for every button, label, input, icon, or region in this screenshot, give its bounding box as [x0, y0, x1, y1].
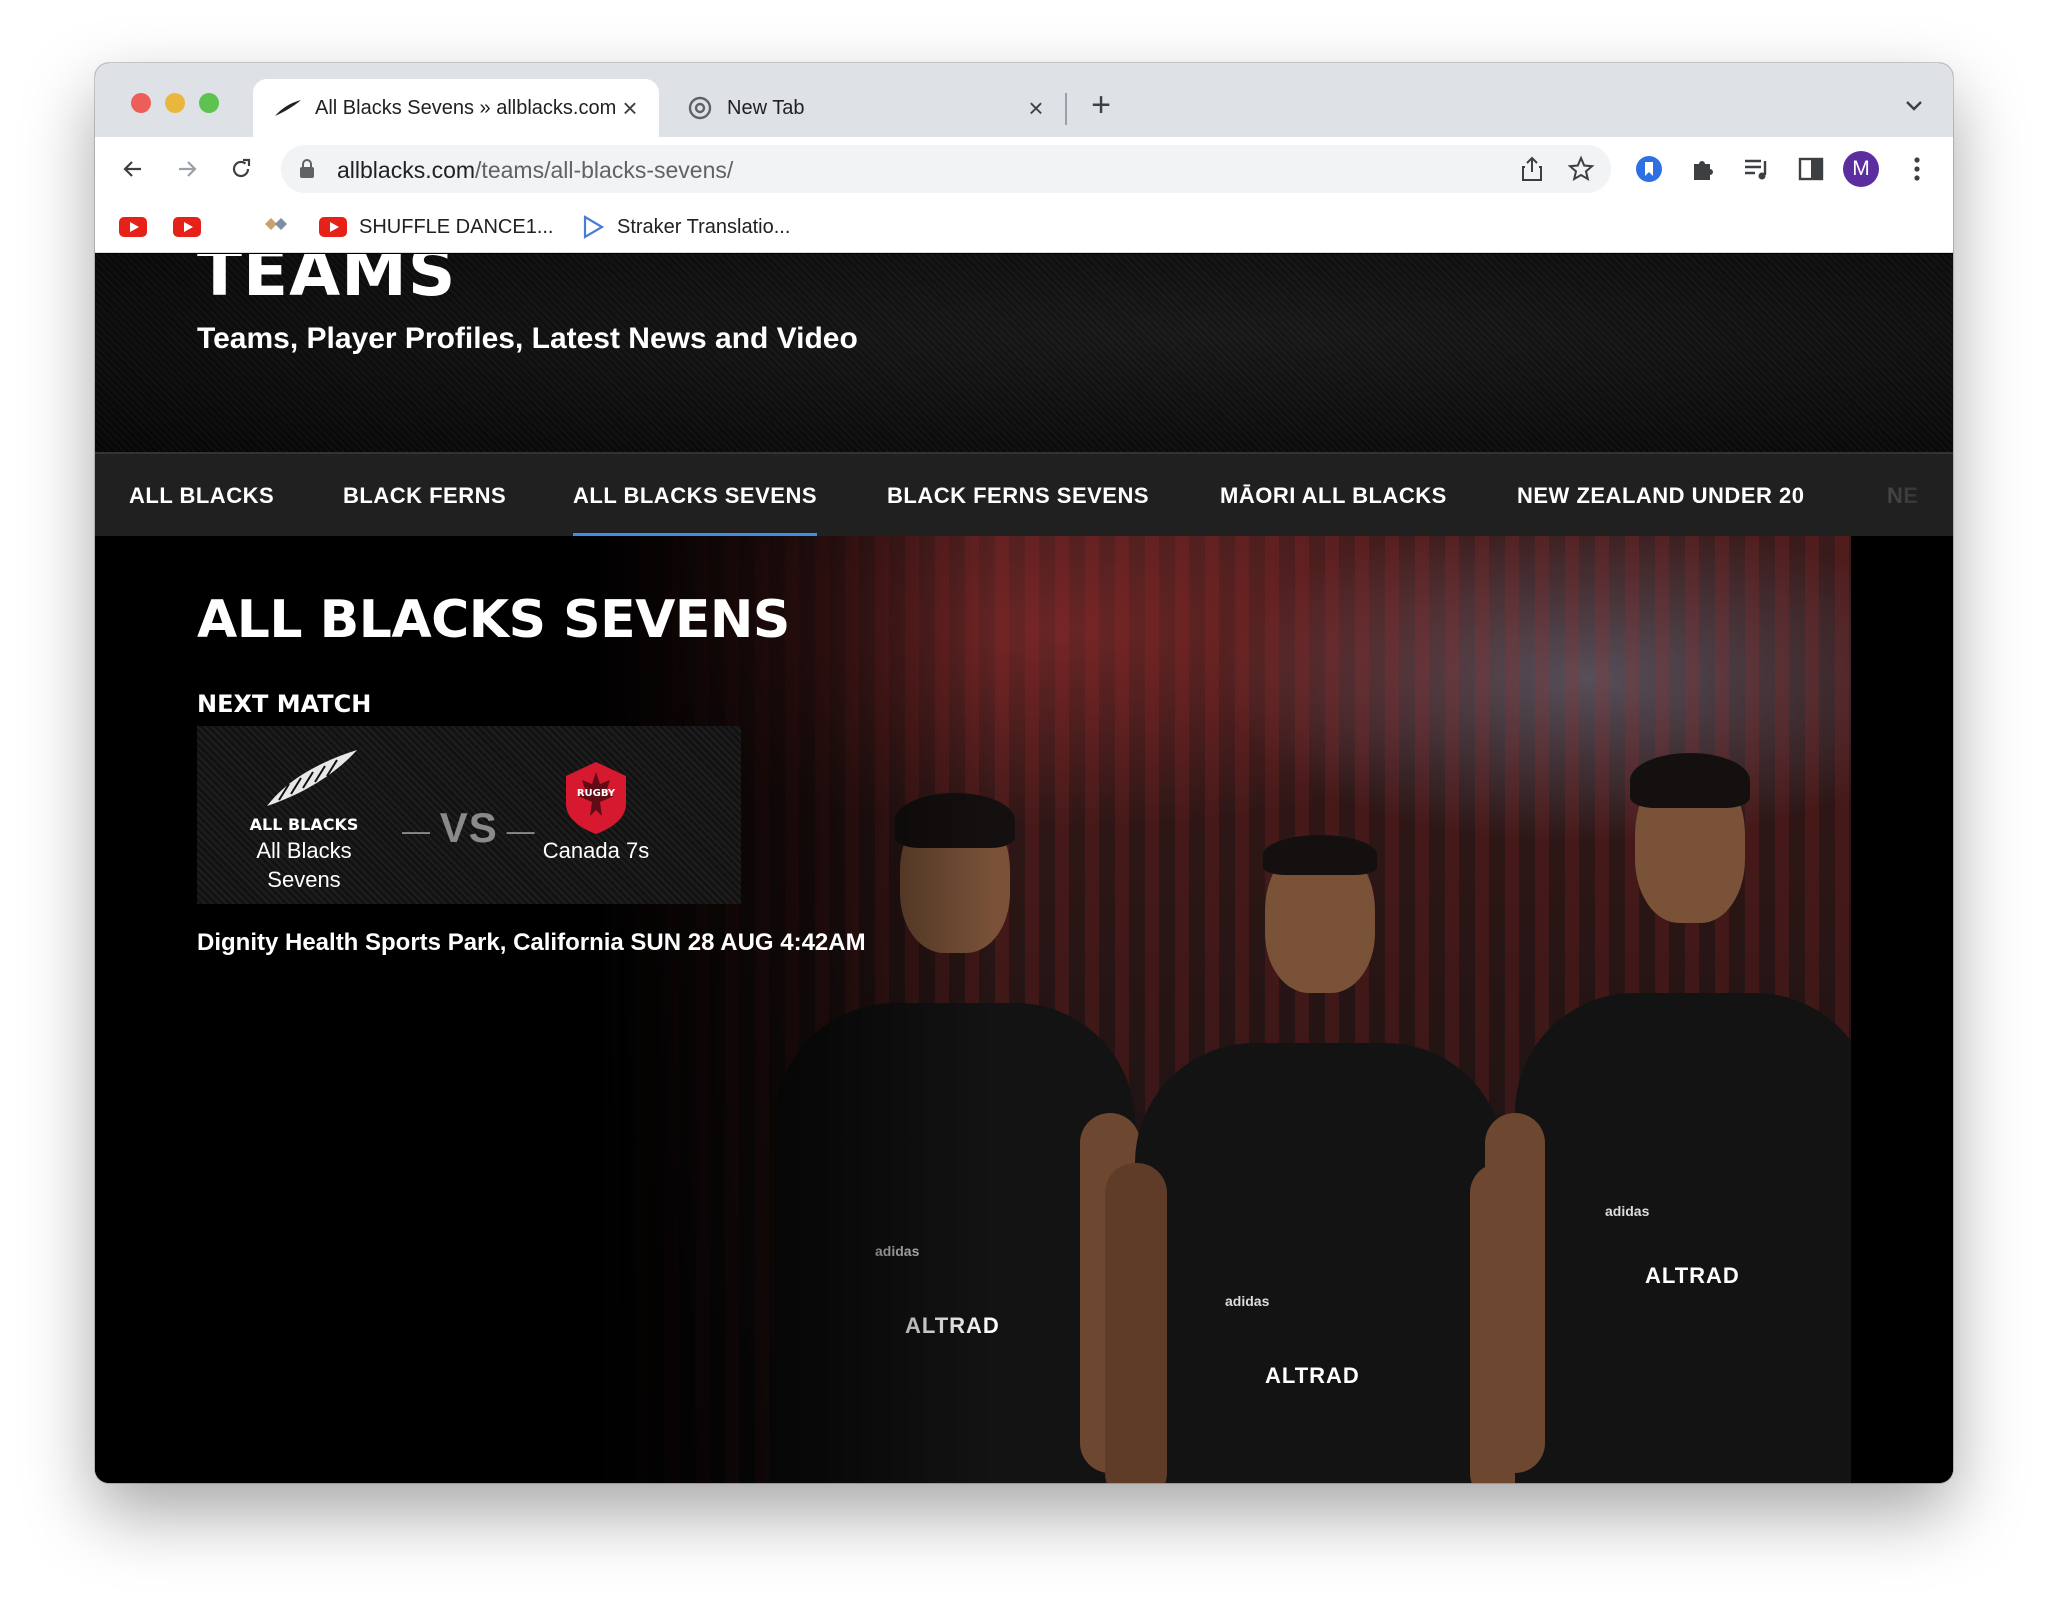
right-margin — [1851, 536, 1953, 1483]
away-team: RUGBY Canada 7s — [521, 726, 671, 904]
extensions-puzzle-icon[interactable] — [1685, 151, 1721, 187]
bookmark-star-icon[interactable] — [1567, 155, 1595, 188]
bookmark-youtube-2[interactable] — [173, 211, 201, 243]
bookmark-straker[interactable]: Straker Translatio... — [581, 211, 790, 243]
bookmark-extension[interactable] — [263, 211, 289, 243]
play-outline-icon — [581, 215, 605, 239]
youtube-icon — [173, 217, 201, 237]
tab-new-tab[interactable]: New Tab × — [665, 79, 1065, 137]
section-title: ALL BLACKS SEVENS — [197, 590, 790, 650]
bookmark-manager-extension-icon[interactable] — [1631, 151, 1667, 187]
tab-separator — [1065, 93, 1067, 125]
share-icon[interactable] — [1519, 155, 1545, 188]
sponsor-logo: ALTRAD — [1645, 1263, 1740, 1288]
reload-icon[interactable] — [223, 151, 259, 187]
kit-brand-logo: adidas — [1605, 1203, 1650, 1219]
hero-dark-gradient — [95, 536, 995, 1483]
all-blacks-fern-logo: ALL BLACKS — [229, 726, 379, 836]
url-text: allblacks.com/teams/all-blacks-sevens/ — [337, 157, 733, 184]
new-tab-button[interactable]: + — [1081, 85, 1121, 125]
bookmarks-bar: SHUFFLE DANCE1... Straker Translatio... — [95, 201, 1953, 253]
bookmark-shuffle-dance[interactable]: SHUFFLE DANCE1... — [319, 211, 553, 243]
bookmark-label: SHUFFLE DANCE1... — [359, 215, 554, 238]
forward-arrow-icon[interactable] — [169, 151, 205, 187]
address-bar[interactable]: allblacks.com/teams/all-blacks-sevens/ — [281, 145, 1611, 193]
sponsor-logo: ALTRAD — [1265, 1363, 1360, 1388]
close-icon[interactable]: × — [617, 95, 643, 121]
next-match-label: NEXT MATCH — [197, 690, 372, 718]
youtube-icon — [119, 217, 147, 237]
minimize-window-button[interactable] — [165, 93, 185, 113]
nav-fade — [1863, 454, 1953, 538]
fern-icon — [273, 93, 303, 123]
maximize-window-button[interactable] — [199, 93, 219, 113]
chrome-icon — [685, 93, 715, 123]
side-panel-icon[interactable] — [1793, 151, 1829, 187]
tab-maori-all-blacks[interactable]: MĀORI ALL BLACKS — [1220, 454, 1447, 538]
media-queue-icon[interactable] — [1739, 151, 1775, 187]
lock-icon[interactable] — [299, 159, 315, 184]
profile-avatar[interactable]: M — [1843, 151, 1879, 187]
page-title: TEAMS — [197, 254, 457, 311]
team-nav: ALL BLACKS BLACK FERNS ALL BLACKS SEVENS… — [95, 452, 1953, 538]
tab-title: All Blacks Sevens » allblacks.com — [315, 96, 617, 119]
page-content: TEAMS Teams, Player Profiles, Latest New… — [95, 254, 1953, 1483]
youtube-icon — [319, 217, 347, 237]
tab-black-ferns-sevens[interactable]: BLACK FERNS SEVENS — [887, 454, 1149, 538]
close-icon[interactable]: × — [1023, 95, 1049, 121]
url-host: allblacks.com — [337, 157, 476, 183]
browser-window: All Blacks Sevens » allblacks.com × New … — [95, 63, 1953, 1483]
close-window-button[interactable] — [131, 93, 151, 113]
tab-black-ferns[interactable]: BLACK FERNS — [343, 454, 506, 538]
kit-brand-logo: adidas — [1225, 1293, 1270, 1309]
chevron-down-icon[interactable] — [1897, 89, 1931, 123]
bookmark-youtube-1[interactable] — [119, 211, 147, 243]
next-match-card[interactable]: ALL BLACKS All Blacks Sevens — VS — RUGB… — [197, 726, 741, 904]
tab-title: New Tab — [727, 96, 805, 119]
match-venue-time: Dignity Health Sports Park, California S… — [197, 929, 866, 956]
page-subtitle: Teams, Player Profiles, Latest News and … — [197, 322, 858, 355]
versus-label: — VS — — [402, 804, 536, 851]
tab-all-blacks[interactable]: ALL BLACKS — [129, 454, 274, 538]
player-figure: ALTRAD adidas — [1485, 743, 1851, 1483]
browser-toolbar: allblacks.com/teams/all-blacks-sevens/ M — [95, 137, 1953, 201]
svg-text:RUGBY: RUGBY — [577, 788, 616, 799]
svg-text:ALL BLACKS: ALL BLACKS — [250, 815, 359, 834]
bookmark-label: Straker Translatio... — [617, 215, 791, 238]
extension-diamond-icon — [263, 214, 289, 240]
back-arrow-icon[interactable] — [115, 151, 151, 187]
tab-new-zealand-under-20[interactable]: NEW ZEALAND UNDER 20 — [1517, 454, 1804, 538]
tab-strip: All Blacks Sevens » allblacks.com × New … — [95, 63, 1953, 137]
canada-rugby-logo: RUGBY — [521, 726, 671, 836]
url-path: /teams/all-blacks-sevens/ — [475, 157, 734, 183]
tab-all-blacks-sevens[interactable]: ALL BLACKS SEVENS — [573, 454, 818, 538]
tab-all-blacks-sevens[interactable]: All Blacks Sevens » allblacks.com × — [253, 79, 659, 137]
home-team-name: All Blacks Sevens — [256, 838, 352, 892]
more-menu-icon[interactable] — [1899, 151, 1935, 187]
hero-image: ALTRAD adidas ALTRAD adidas ALTRAD ad — [95, 536, 1851, 1483]
away-team-name: Canada 7s — [542, 838, 650, 863]
player-figure: ALTRAD adidas — [1105, 803, 1530, 1483]
home-team: ALL BLACKS All Blacks Sevens — [229, 726, 379, 904]
